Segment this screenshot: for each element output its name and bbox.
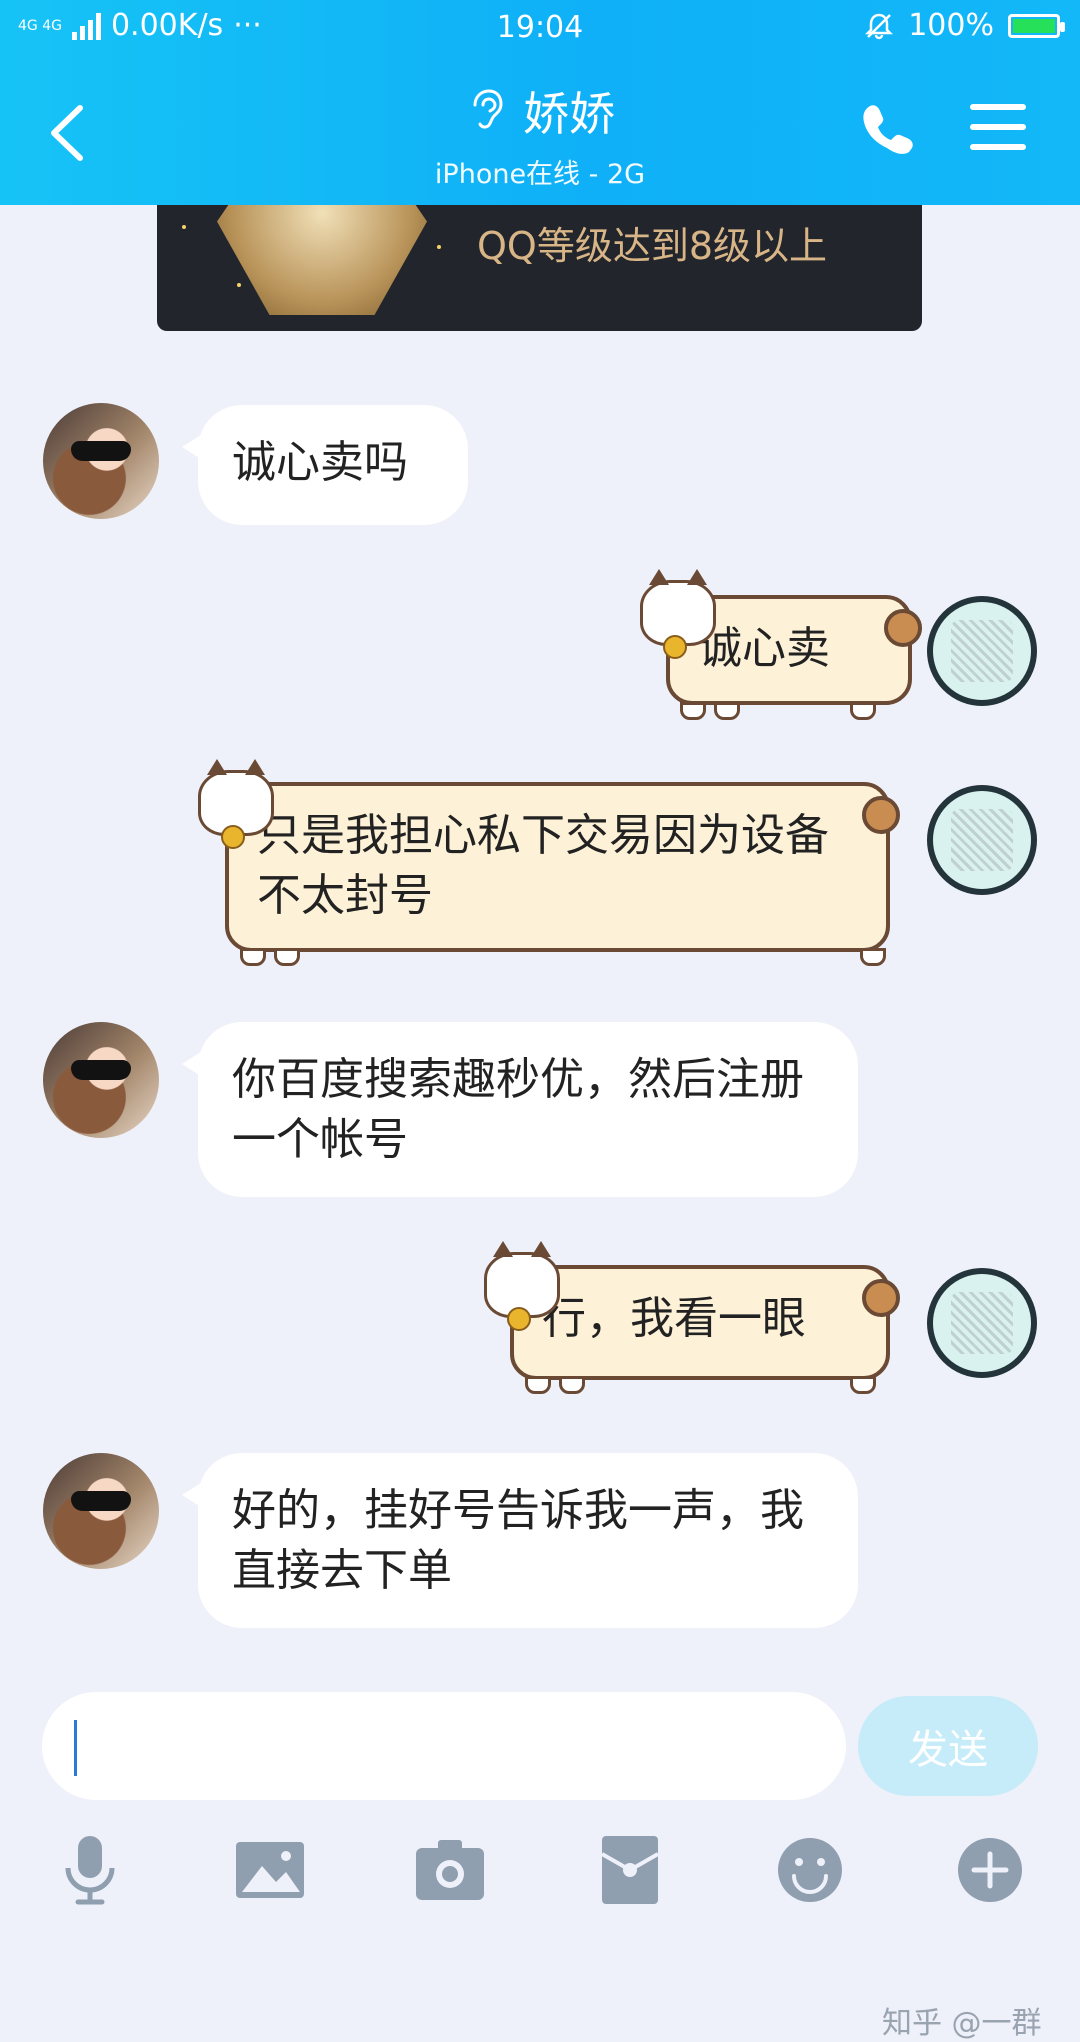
red-packet-icon[interactable] [590,1830,670,1910]
message-bubble-outgoing[interactable]: 只是我担心私下交易因为设备不太封号 [225,782,900,952]
bubble-paws [680,702,740,720]
image-icon[interactable] [230,1830,310,1910]
contact-name-row: 娇娇 [465,78,615,144]
toolbar: 知乎 @一群 [0,1820,1080,2041]
sparkle [182,225,186,229]
bubble-paws [860,948,886,966]
phone-icon[interactable] [858,100,918,160]
emoji-icon[interactable] [770,1830,850,1910]
battery-percent: 100% [908,8,994,43]
contact-avatar[interactable] [43,1022,159,1138]
bell [663,635,687,659]
menu-icon[interactable] [970,102,1026,152]
bell [221,825,245,849]
battery-icon [1008,13,1065,38]
message-bubble-incoming[interactable]: 诚心卖吗 [182,405,468,525]
contact-name: 娇娇 [523,87,615,141]
my-avatar[interactable] [927,1268,1037,1378]
avatar-pattern [951,1292,1013,1354]
banner-text: QQ等级达到8级以上 [477,224,827,268]
title-bar: 4G 4G 0.00K/s ··· 19:04 100% 娇娇 iPhone在线… [0,0,1080,205]
bell-muted-icon [865,13,894,39]
sunglasses [71,441,131,461]
lucky-cat-icon [484,1241,560,1331]
my-avatar[interactable] [927,785,1037,895]
composer: 发送 知乎 @一群 [0,1670,1080,2041]
lucky-cat-icon [640,569,716,659]
bubble-paws [240,948,300,966]
sparkle [237,283,241,287]
sparkle [437,245,441,249]
message-input[interactable] [42,1692,846,1800]
my-avatar[interactable] [927,596,1037,706]
bubble-paws [525,1376,585,1394]
online-status: iPhone在线 - 2G [434,159,646,190]
message-bubble-incoming[interactable]: 好的，挂好号告诉我一声，我直接去下单 [182,1453,858,1628]
bell [507,1307,531,1331]
lucky-cat-icon [198,759,274,849]
contact-avatar[interactable] [43,403,159,519]
bubble-paws [850,702,876,720]
send-button[interactable]: 发送 [858,1696,1038,1796]
message-bubble-incoming[interactable]: 你百度搜索趣秒优，然后注册一个帐号 [182,1022,858,1197]
plus-icon[interactable] [950,1830,1030,1910]
sunglasses [71,1491,131,1511]
title-block[interactable]: 娇娇 iPhone在线 - 2G [0,78,1080,191]
contact-avatar[interactable] [43,1453,159,1569]
ear-icon [473,89,503,129]
avatar-pattern [951,620,1013,682]
message-bubble-outgoing[interactable]: 行，我看一眼 [510,1265,900,1380]
sunglasses [71,1060,131,1080]
camera-icon[interactable] [410,1830,490,1910]
microphone-icon[interactable] [50,1830,130,1910]
nav-row: 娇娇 iPhone在线 - 2G [0,56,1080,205]
qq-level-banner[interactable]: QQ等级达到8级以上 [157,205,922,331]
battery-fill [1013,18,1055,33]
status-bar: 4G 4G 0.00K/s ··· 19:04 100% [0,0,1080,56]
watermark: 知乎 @一群 [882,2006,1042,2041]
bubble-paws [850,1376,876,1394]
text-caret [74,1720,77,1776]
medal-icon [217,205,427,315]
avatar-pattern [951,809,1013,871]
